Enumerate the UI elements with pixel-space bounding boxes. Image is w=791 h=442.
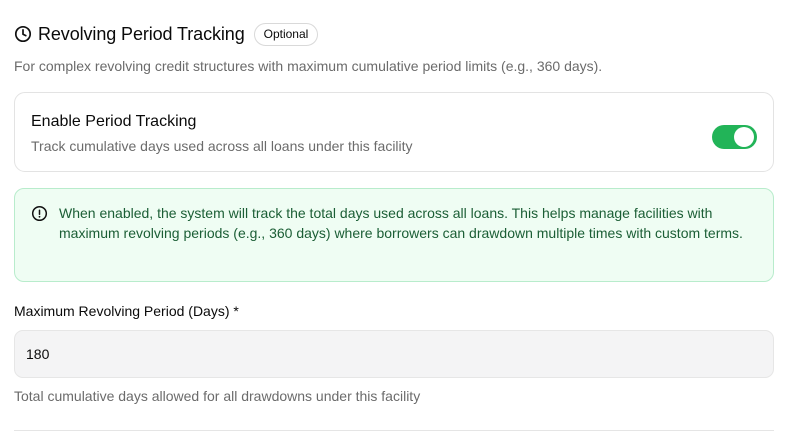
period-tracking-card: Enable Period Tracking Track cumulative … xyxy=(14,92,774,172)
info-callout: When enabled, the system will track the … xyxy=(14,188,774,282)
period-tracking-switch[interactable] xyxy=(712,125,757,149)
optional-badge: Optional xyxy=(253,22,319,46)
clock-icon xyxy=(14,25,32,43)
section-subtitle: For complex revolving credit structures … xyxy=(14,58,603,74)
section-title: Revolving Period Tracking xyxy=(38,23,245,44)
max-period-label: Maximum Revolving Period (Days) * xyxy=(14,303,239,319)
revolving-period-section: Revolving Period Tracking Optional For c… xyxy=(0,0,791,442)
toggle-title: Enable Period Tracking xyxy=(31,113,197,130)
section-header: Revolving Period Tracking Optional xyxy=(14,22,319,46)
divider xyxy=(14,430,774,431)
info-text: When enabled, the system will track the … xyxy=(59,205,743,241)
max-period-input[interactable] xyxy=(14,330,774,378)
max-period-help: Total cumulative days allowed for all dr… xyxy=(14,388,421,404)
info-circle-icon xyxy=(31,205,48,222)
switch-thumb xyxy=(734,127,754,147)
toggle-description: Track cumulative days used across all lo… xyxy=(31,138,413,154)
